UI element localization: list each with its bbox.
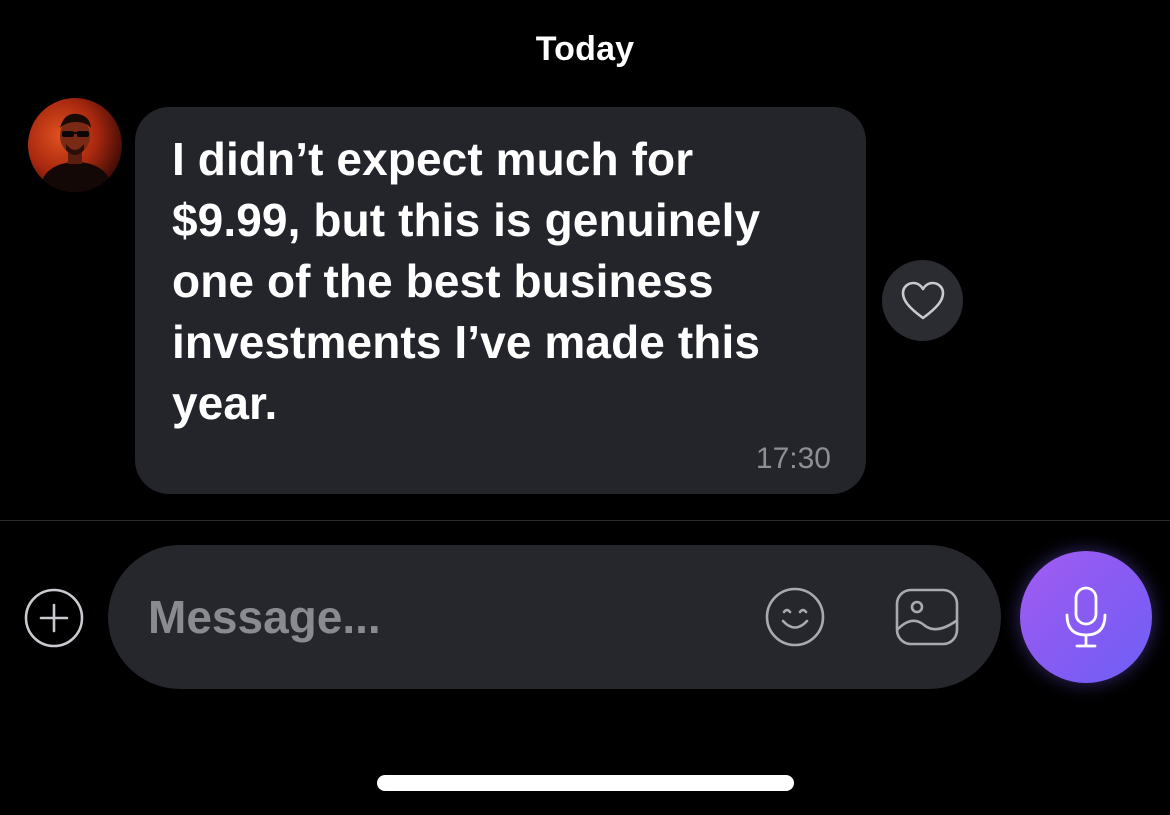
microphone-icon — [1065, 586, 1107, 648]
plus-circle-icon — [24, 588, 84, 648]
date-header: Today — [535, 30, 635, 68]
message-bubble[interactable]: I didn’t expect much for $9.99, but this… — [135, 107, 866, 494]
message-text: I didn’t expect much for $9.99, but this… — [172, 133, 761, 429]
composer-divider — [0, 520, 1170, 521]
home-indicator — [377, 775, 794, 791]
message-input[interactable] — [148, 583, 708, 651]
message-composer — [108, 545, 1001, 689]
message-timestamp: 17:30 — [755, 442, 831, 475]
react-heart-button[interactable] — [882, 260, 963, 341]
emoji-button[interactable] — [763, 585, 827, 649]
avatar-image — [28, 98, 122, 192]
avatar[interactable] — [28, 98, 122, 192]
heart-outline-icon — [901, 281, 944, 319]
gallery-button[interactable] — [893, 585, 961, 649]
attach-button[interactable] — [23, 587, 85, 649]
image-icon — [895, 588, 959, 646]
voice-message-button[interactable] — [1020, 551, 1152, 683]
smiley-icon — [765, 587, 825, 647]
